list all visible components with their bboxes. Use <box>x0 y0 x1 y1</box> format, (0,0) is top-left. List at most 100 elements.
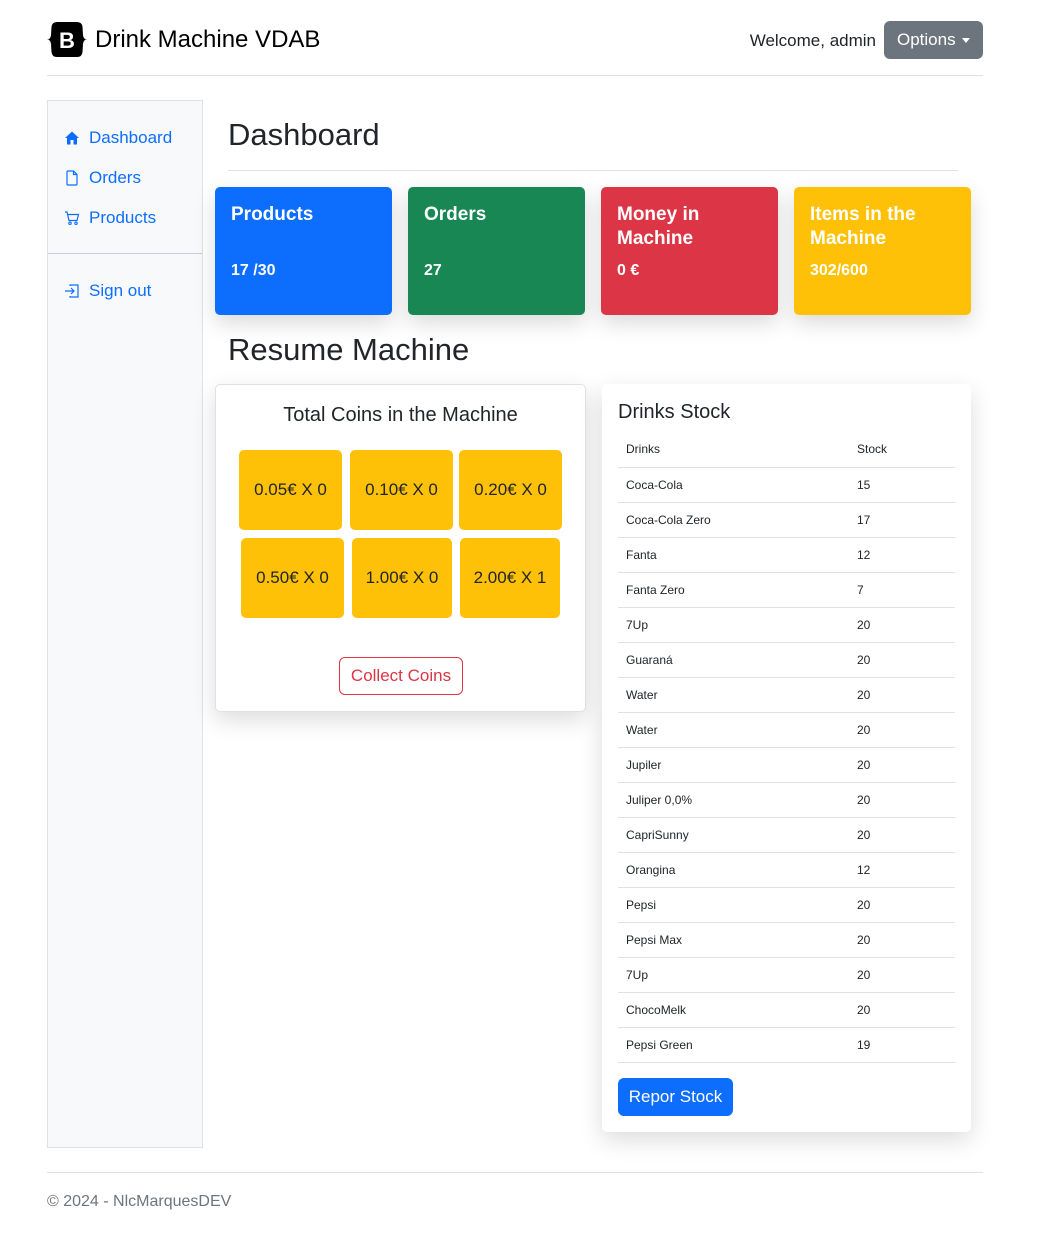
stock-count-cell: 20 <box>849 712 955 748</box>
options-label: Options <box>897 30 956 49</box>
column-header-stock: Stock <box>849 432 955 468</box>
stat-card-orders: Orders 27 <box>408 187 585 315</box>
stock-count-cell: 20 <box>849 782 955 818</box>
stat-value: 17 /30 <box>231 262 276 279</box>
stock-count-cell: 20 <box>849 677 955 713</box>
stock-table-body: Coca-Cola 15 Coca-Cola Zero 17 Fanta 12 Fanta … <box>618 467 955 1063</box>
drink-name-cell: Pepsi <box>618 887 849 923</box>
sidebar-item-products[interactable]: Products <box>64 206 156 230</box>
table-row: Water 20 <box>618 712 955 748</box>
section-title: Resume Machine <box>228 332 470 367</box>
table-row: Pepsi Max 20 <box>618 922 955 958</box>
drink-name-cell: Pepsi Green <box>618 1027 849 1063</box>
table-row: Pepsi Green 19 <box>618 1027 955 1063</box>
table-row: 7Up 20 <box>618 957 955 993</box>
stat-title: Money in Machine <box>617 204 700 249</box>
coin-010[interactable]: 0.10€ X 0 <box>350 450 453 530</box>
stock-count-cell: 19 <box>849 1027 955 1063</box>
stock-table: Drinks Stock Coca-Cola 15 Coca-Cola Zero 17… <box>618 432 955 1063</box>
logo-letter: B <box>59 28 75 53</box>
brand-name[interactable]: Drink Machine VDAB <box>95 26 320 54</box>
table-row: ChocoMelk 20 <box>618 992 955 1028</box>
welcome-text: Welcome, admin <box>749 31 876 50</box>
table-row: Water 20 <box>618 677 955 713</box>
sidebar-item-label: Dashboard <box>89 128 173 147</box>
sidebar-item-label: Sign out <box>89 281 152 300</box>
stock-count-cell: 7 <box>849 572 955 608</box>
stock-count-cell: 20 <box>849 817 955 853</box>
title-divider <box>228 170 958 171</box>
coins-title: Total Coins in the Machine <box>283 404 518 426</box>
sidebar-item-label: Orders <box>89 168 141 187</box>
coin-005[interactable]: 0.05€ X 0 <box>239 450 342 530</box>
sign-in-icon <box>65 284 79 298</box>
options-dropdown-button[interactable]: Options <box>884 21 983 59</box>
drink-name-cell: Fanta Zero <box>618 572 849 608</box>
footer-divider <box>47 1172 983 1173</box>
drink-name-cell: Fanta <box>618 537 849 573</box>
stock-title: Drinks Stock <box>618 401 731 423</box>
sidebar-item-orders[interactable]: Orders <box>64 166 141 190</box>
table-row: Coca-Cola 15 <box>618 467 955 503</box>
sidebar-item-dashboard[interactable]: Dashboard <box>64 126 172 150</box>
stat-value: 0 € <box>617 262 640 279</box>
drink-name-cell: Water <box>618 712 849 748</box>
drink-name-cell: Juliper 0,0% <box>618 782 849 818</box>
sidebar-item-label: Products <box>89 208 157 227</box>
stat-card-money: Money in Machine 0 € <box>601 187 778 315</box>
drink-name-cell: Coca-Cola <box>618 467 849 503</box>
header: B Drink Machine VDAB Welcome, admin Opti… <box>47 0 983 76</box>
stat-title: Orders <box>424 204 487 225</box>
sidebar: Dashboard Orders Products Sign out <box>47 100 203 1148</box>
stat-value: 302/600 <box>810 262 868 279</box>
drink-name-cell: CapriSunny <box>618 817 849 853</box>
stock-count-cell: 20 <box>849 642 955 678</box>
house-icon <box>65 131 79 145</box>
coins-card: Total Coins in the Machine 0.05€ X 0 0.1… <box>215 384 586 712</box>
column-header-drinks: Drinks <box>618 432 849 468</box>
table-header-row: Drinks Stock <box>618 432 955 468</box>
table-row: 7Up 20 <box>618 607 955 643</box>
stock-count-cell: 15 <box>849 467 955 503</box>
drink-name-cell: Guaraná <box>618 642 849 678</box>
caret-down-icon <box>962 38 970 43</box>
coin-020[interactable]: 0.20€ X 0 <box>459 450 562 530</box>
sidebar-item-signout[interactable]: Sign out <box>64 279 151 303</box>
stock-count-cell: 12 <box>849 852 955 888</box>
coin-100[interactable]: 1.00€ X 0 <box>352 538 452 618</box>
stat-card-products: Products 17 /30 <box>215 187 392 315</box>
stock-count-cell: 20 <box>849 747 955 783</box>
bootstrap-logo-icon[interactable]: B <box>47 22 87 57</box>
stock-count-cell: 20 <box>849 992 955 1028</box>
collect-coins-button[interactable]: Collect Coins <box>339 657 463 695</box>
stock-count-cell: 20 <box>849 922 955 958</box>
footer-copyright: © 2024 - NlcMarquesDEV <box>47 1193 232 1210</box>
drink-name-cell: Pepsi Max <box>618 922 849 958</box>
file-icon <box>66 170 78 186</box>
drink-name-cell: Coca-Cola Zero <box>618 502 849 538</box>
stat-title: Products <box>231 204 314 225</box>
coin-200[interactable]: 2.00€ X 1 <box>460 538 560 618</box>
table-row: CapriSunny 20 <box>618 817 955 853</box>
drink-name-cell: 7Up <box>618 607 849 643</box>
table-row: Fanta 12 <box>618 537 955 573</box>
drink-name-cell: Water <box>618 677 849 713</box>
stock-card: Drinks Stock Drinks Stock Coca-Cola 15 Coc… <box>602 384 971 1132</box>
table-row: Pepsi 20 <box>618 887 955 923</box>
cart-icon <box>65 211 80 226</box>
stat-title: Items in the Machine <box>810 204 916 249</box>
drink-name-cell: Orangina <box>618 852 849 888</box>
stat-card-items: Items in the Machine 302/600 <box>794 187 971 315</box>
stock-count-cell: 12 <box>849 537 955 573</box>
coin-050[interactable]: 0.50€ X 0 <box>241 538 344 618</box>
stat-value: 27 <box>424 262 442 279</box>
repor-stock-button[interactable]: Repor Stock <box>618 1078 733 1116</box>
table-row: Orangina 12 <box>618 852 955 888</box>
drink-name-cell: ChocoMelk <box>618 992 849 1028</box>
sidebar-divider <box>48 253 202 254</box>
table-row: Juliper 0,0% 20 <box>618 782 955 818</box>
drink-name-cell: 7Up <box>618 957 849 993</box>
table-row: Guaraná 20 <box>618 642 955 678</box>
table-row: Fanta Zero 7 <box>618 572 955 608</box>
table-row: Jupiler 20 <box>618 747 955 783</box>
